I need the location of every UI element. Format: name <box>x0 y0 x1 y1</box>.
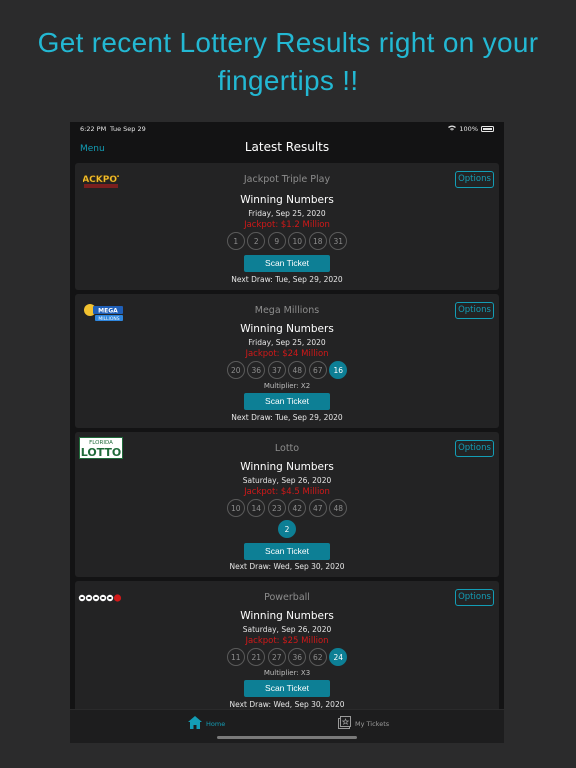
number-ball: 62 <box>308 648 327 666</box>
app-screen: 6:22 PM Tue Sep 29 100% Menu Latest Resu… <box>70 122 504 743</box>
draw-date: Saturday, Sep 26, 2020 <box>242 625 332 634</box>
tab-home[interactable]: Home <box>188 716 225 731</box>
scan-ticket-button[interactable]: Scan Ticket <box>244 680 330 697</box>
number-ball: 21 <box>247 648 266 666</box>
nav-bar: Menu Latest Results <box>70 136 504 162</box>
winning-numbers-label: Winning Numbers <box>240 461 334 473</box>
next-draw: Next Draw: Tue, Sep 29, 2020 <box>231 275 343 284</box>
svg-text:MILLIONS: MILLIONS <box>98 316 119 322</box>
jackpot-amount: Jackpot: $4.5 Million <box>244 487 330 497</box>
result-card-mega-millions: MEGA MILLIONS Mega Millions Options Winn… <box>75 294 499 428</box>
home-icon <box>188 716 202 731</box>
winning-numbers-label: Winning Numbers <box>240 194 334 206</box>
draw-date: Friday, Sep 25, 2020 <box>248 209 326 218</box>
number-ball: 14 <box>247 499 266 517</box>
bonus-balls: 2 <box>75 520 499 538</box>
draw-date: Saturday, Sep 26, 2020 <box>242 476 332 485</box>
number-balls: 1 2 9 10 18 31 <box>75 232 499 250</box>
number-ball: 42 <box>288 499 307 517</box>
result-card-lotto: FLORIDA LOTTO Lotto Options Winning Numb… <box>75 432 499 577</box>
number-ball: 36 <box>288 648 307 666</box>
battery-percent: 100% <box>459 125 478 133</box>
number-ball: 48 <box>288 361 307 379</box>
promo-headline: Get recent Lottery Results right on your… <box>0 24 576 100</box>
next-draw: Next Draw: Wed, Sep 30, 2020 <box>229 562 345 571</box>
game-name: Jackpot Triple Play <box>243 174 331 185</box>
headline-line-2: fingertips !! <box>217 65 359 96</box>
multiplier: Multiplier: X2 <box>263 382 311 390</box>
game-name: Mega Millions <box>254 305 320 316</box>
number-ball: 31 <box>329 232 348 250</box>
status-date: Tue Sep 29 <box>110 125 146 133</box>
number-ball: 11 <box>226 648 245 666</box>
status-time: 6:22 PM <box>80 125 107 133</box>
scan-ticket-button[interactable]: Scan Ticket <box>244 393 330 410</box>
scan-ticket-button[interactable]: Scan Ticket <box>244 255 330 272</box>
battery-icon <box>481 126 494 132</box>
tab-my-tickets-label: My Tickets <box>355 719 390 728</box>
number-balls: 20 36 37 48 67 16 <box>75 361 499 379</box>
number-ball: 10 <box>288 232 307 250</box>
number-ball: 36 <box>247 361 266 379</box>
options-button[interactable]: Options <box>455 589 494 606</box>
wifi-icon <box>448 125 457 133</box>
options-button[interactable]: Options <box>455 440 494 457</box>
multiplier: Multiplier: X3 <box>263 669 311 677</box>
tab-bar: Home My Tickets <box>70 709 504 743</box>
number-ball: 20 <box>226 361 245 379</box>
tab-my-tickets[interactable]: My Tickets <box>338 716 389 731</box>
number-ball: 47 <box>308 499 327 517</box>
number-ball: 27 <box>267 648 286 666</box>
number-ball: 23 <box>267 499 286 517</box>
game-name: Lotto <box>274 443 300 454</box>
options-button[interactable]: Options <box>455 171 494 188</box>
bonus-ball: 24 <box>329 648 348 666</box>
number-ball: 18 <box>308 232 327 250</box>
home-indicator[interactable] <box>217 736 357 739</box>
number-ball: 67 <box>308 361 327 379</box>
number-ball: 1 <box>226 232 245 250</box>
page-title: Latest Results <box>244 140 330 154</box>
number-balls: 10 14 23 42 47 48 <box>75 499 499 517</box>
number-ball: 2 <box>247 232 266 250</box>
number-ball: 9 <box>267 232 286 250</box>
bonus-ball: 16 <box>329 361 348 379</box>
status-right: 100% <box>448 125 494 133</box>
tickets-icon <box>338 716 351 731</box>
status-bar: 6:22 PM Tue Sep 29 100% <box>70 122 504 136</box>
number-ball: 48 <box>329 499 348 517</box>
winning-numbers-label: Winning Numbers <box>240 323 334 335</box>
number-ball: 10 <box>226 499 245 517</box>
tab-home-label: Home <box>206 719 226 728</box>
options-button[interactable]: Options <box>455 302 494 319</box>
draw-date: Friday, Sep 25, 2020 <box>248 338 326 347</box>
winning-numbers-label: Winning Numbers <box>240 610 334 622</box>
result-card-jackpot-triple-play: JACKPOT Jackpot Triple Play Options Winn… <box>75 163 499 290</box>
jackpot-amount: Jackpot: $25 Million <box>245 636 329 646</box>
next-draw: Next Draw: Wed, Sep 30, 2020 <box>229 700 345 709</box>
bonus-ball: 2 <box>278 520 296 538</box>
number-balls: 11 21 27 36 62 24 <box>75 648 499 666</box>
scan-ticket-button[interactable]: Scan Ticket <box>244 543 330 560</box>
number-ball: 37 <box>267 361 286 379</box>
jackpot-amount: Jackpot: $24 Million <box>245 349 329 359</box>
headline-line-1: Get recent Lottery Results right on your <box>37 27 539 58</box>
game-name: Powerball <box>264 592 310 603</box>
next-draw: Next Draw: Tue, Sep 29, 2020 <box>231 413 343 422</box>
jackpot-amount: Jackpot: $1.2 Million <box>244 220 330 230</box>
result-card-powerball: Powerball Options Winning Numbers Saturd… <box>75 581 499 715</box>
